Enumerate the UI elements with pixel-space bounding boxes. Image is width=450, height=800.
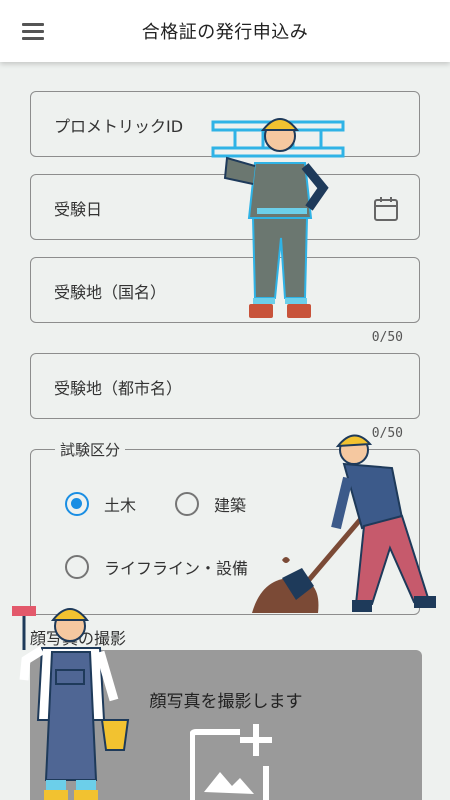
page-title: 合格証の発行申込み	[141, 22, 309, 43]
exam-date-label: 受験日	[54, 200, 103, 219]
add-photo-icon	[190, 724, 272, 800]
radio-building-label: 建築	[214, 496, 247, 515]
radio-civil[interactable]: 土木	[65, 492, 136, 516]
photo-section-title: 顔写真の撮影	[30, 629, 127, 648]
take-photo-button[interactable]: 顔写真を撮影します	[30, 650, 422, 800]
radio-lifeline-label: ライフライン・設備	[104, 559, 249, 578]
exam-date-field[interactable]: 受験日	[30, 174, 420, 240]
radio-civil-indicator[interactable]	[65, 492, 89, 516]
prometric-id-field[interactable]: プロメトリックID	[30, 91, 420, 157]
exam-category-legend: 試験区分	[55, 439, 126, 460]
take-photo-label: 顔写真を撮影します	[149, 692, 303, 712]
radio-building[interactable]: 建築	[175, 492, 246, 516]
exam-country-field[interactable]: 受験地（国名）	[30, 257, 420, 323]
exam-city-counter: 0/50	[371, 426, 403, 441]
radio-building-indicator[interactable]	[175, 492, 199, 516]
exam-city-label: 受験地（都市名）	[54, 379, 183, 398]
radio-lifeline-indicator[interactable]	[65, 555, 89, 579]
exam-city-field[interactable]: 受験地（都市名）	[30, 353, 420, 419]
calendar-icon[interactable]	[373, 196, 399, 222]
radio-lifeline[interactable]: ライフライン・設備	[65, 555, 248, 579]
app-bar: 合格証の発行申込み	[0, 0, 450, 62]
exam-country-counter: 0/50	[371, 330, 403, 345]
exam-country-label: 受験地（国名）	[54, 283, 167, 302]
radio-civil-label: 土木	[104, 496, 137, 515]
exam-category-group: 試験区分 土木 建築 ライフライン・設備	[30, 439, 420, 615]
prometric-id-label: プロメトリックID	[54, 117, 184, 136]
